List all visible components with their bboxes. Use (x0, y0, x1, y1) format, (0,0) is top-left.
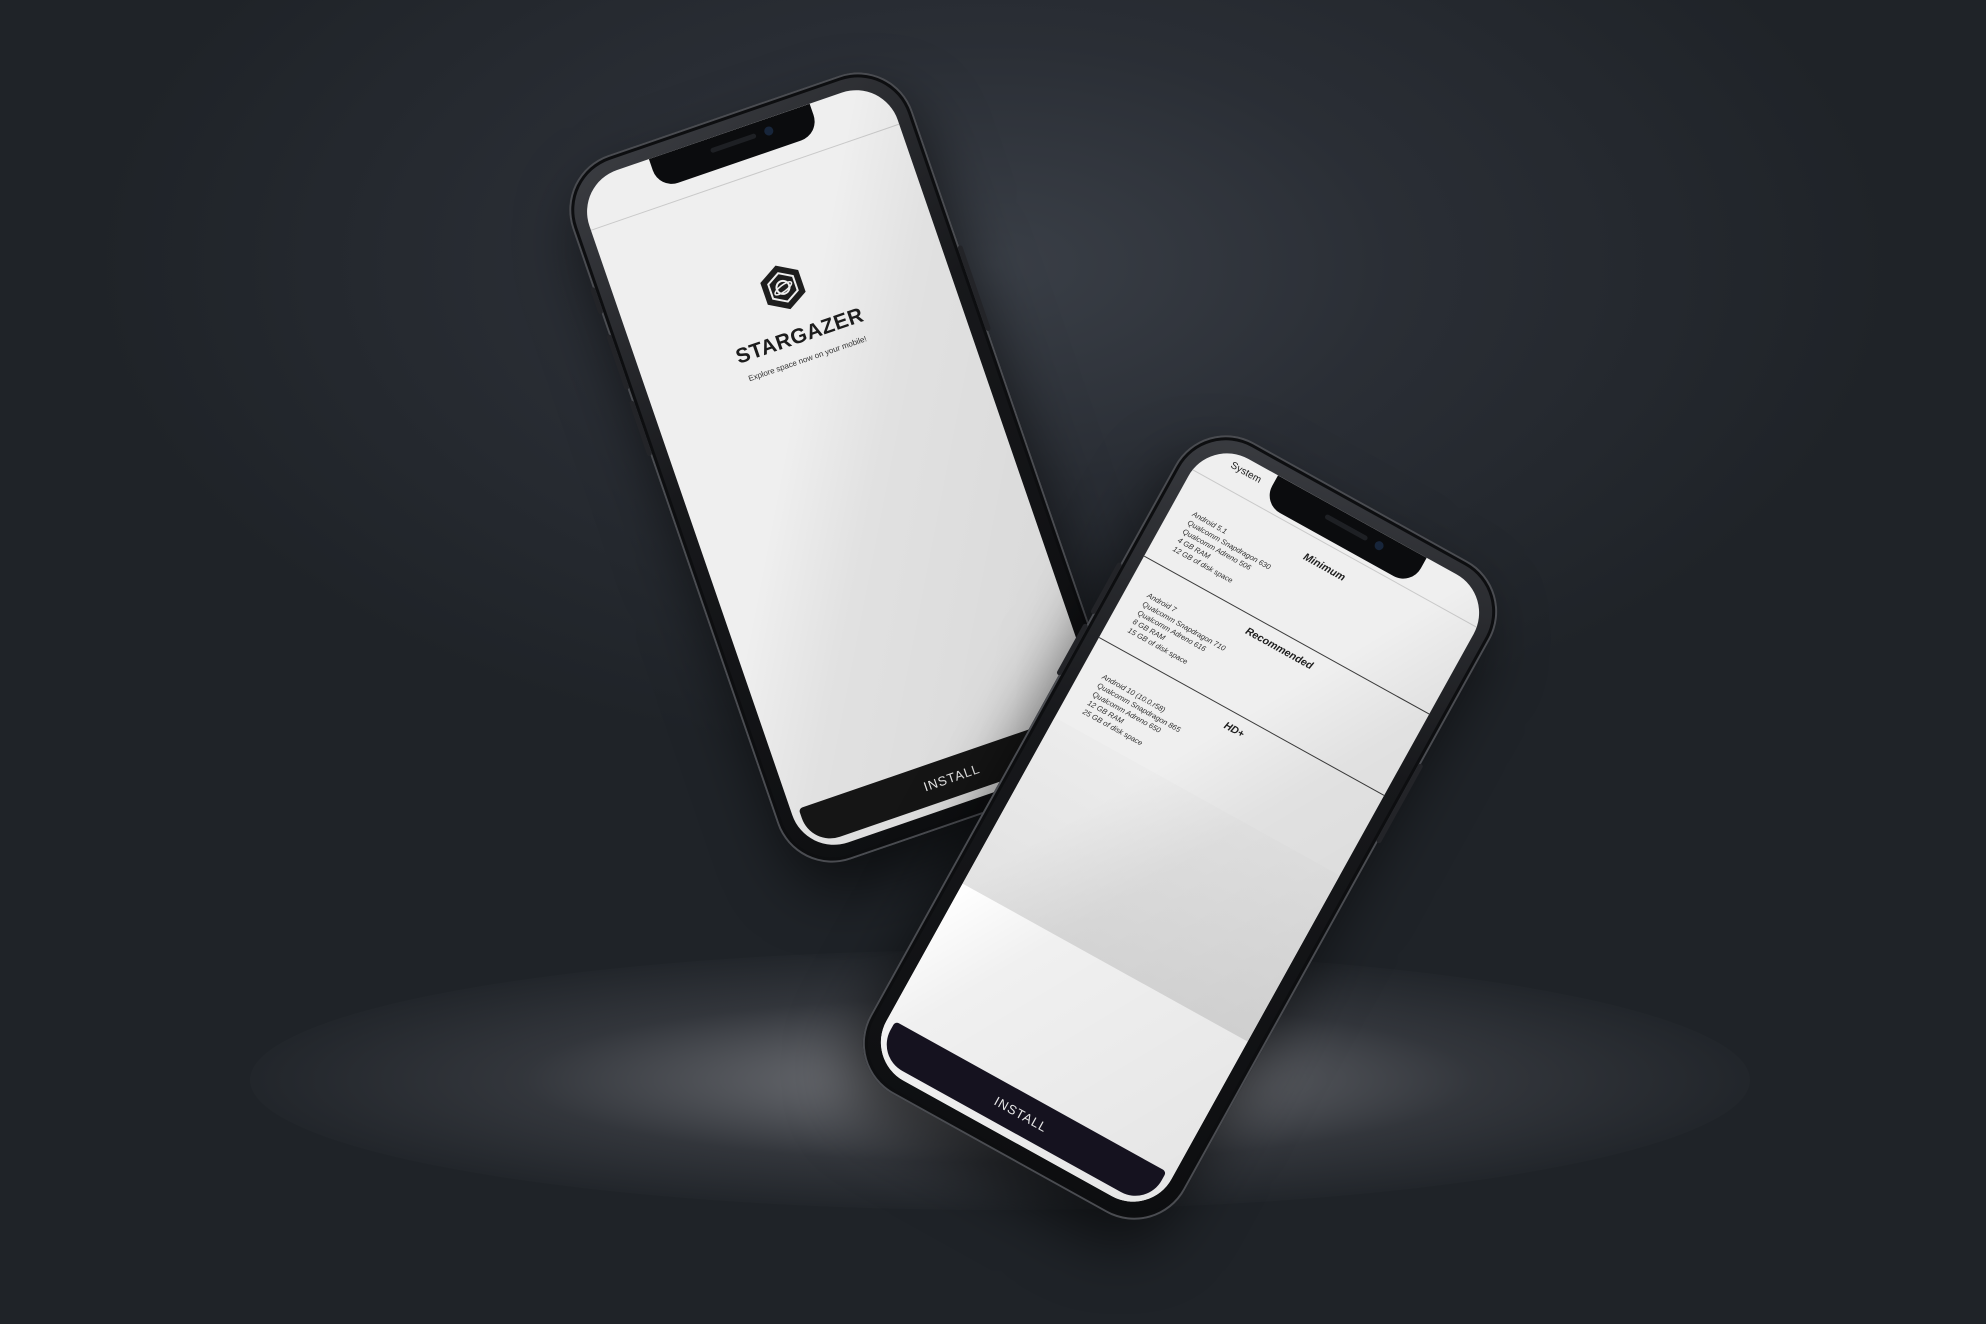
hexagon-planet-icon (760, 265, 806, 310)
tab-system[interactable]: System (1229, 460, 1263, 486)
speaker-grille (709, 133, 757, 154)
front-camera (763, 125, 775, 137)
front-camera (1372, 539, 1386, 552)
